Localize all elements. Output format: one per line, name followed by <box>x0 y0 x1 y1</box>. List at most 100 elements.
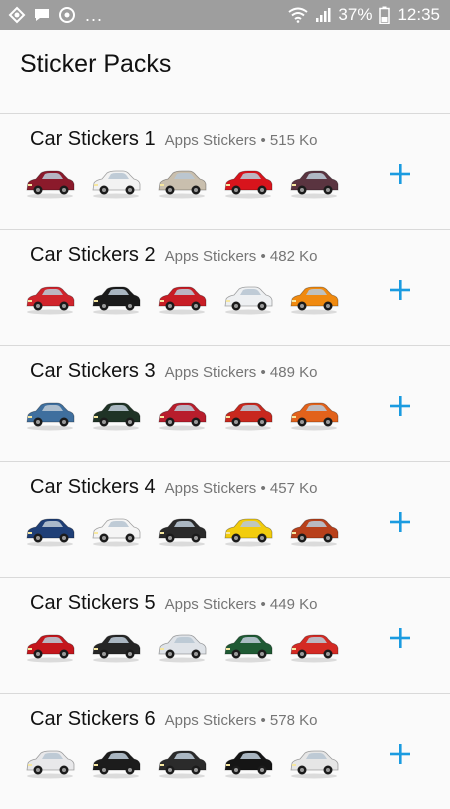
car-sticker-icon <box>224 518 273 547</box>
sticker-pack-list: Car Stickers 1 Apps Stickers • 515 Ko Car … <box>0 113 450 809</box>
pack-size: 482 Ko <box>269 248 318 265</box>
car-sticker-icon <box>26 402 75 431</box>
pack-separator: • <box>260 596 266 613</box>
pack-separator: • <box>260 248 266 265</box>
pack-header: Car Stickers 4 Apps Stickers • 457 Ko <box>30 476 317 499</box>
pack-header: Car Stickers 2 Apps Stickers • 482 Ko <box>30 244 317 267</box>
add-to-whatsapp-button[interactable] <box>388 626 412 650</box>
pack-publisher: Apps Stickers <box>164 596 257 613</box>
car-sticker-icon <box>224 402 273 431</box>
plus-icon <box>390 744 410 764</box>
pack-separator: • <box>260 480 266 497</box>
sticker-pack-row[interactable]: Car Stickers 5 Apps Stickers • 449 Ko <box>0 577 450 693</box>
plus-icon <box>390 628 410 648</box>
car-sticker-icon <box>26 518 75 547</box>
add-to-whatsapp-button[interactable] <box>388 510 412 534</box>
sticker-pack-row[interactable]: Car Stickers 6 Apps Stickers • 578 Ko <box>0 693 450 809</box>
car-sticker-icon <box>26 286 75 315</box>
pack-meta: Apps Stickers • 457 Ko <box>165 480 318 497</box>
wifi-icon <box>288 7 309 23</box>
car-sticker-icon <box>26 170 75 199</box>
pack-header: Car Stickers 3 Apps Stickers • 489 Ko <box>30 360 317 383</box>
battery-percent: 37% <box>338 5 373 24</box>
car-sticker-icon <box>290 518 339 547</box>
signal-icon <box>315 7 331 23</box>
plus-icon <box>390 396 410 416</box>
pack-meta: Apps Stickers • 515 Ko <box>165 132 318 149</box>
car-sticker-icon <box>290 634 339 663</box>
sticker-pack-row[interactable]: Car Stickers 4 Apps Stickers • 457 Ko <box>0 461 450 577</box>
pack-header: Car Stickers 5 Apps Stickers • 449 Ko <box>30 592 317 615</box>
sticker-pack-row[interactable]: Car Stickers 3 Apps Stickers • 489 Ko <box>0 345 450 461</box>
pack-name: Car Stickers 1 <box>30 128 156 150</box>
app-icon <box>8 6 26 24</box>
pack-publisher: Apps Stickers <box>164 712 257 729</box>
plus-icon <box>390 164 410 184</box>
car-sticker-icon <box>92 750 141 779</box>
add-to-whatsapp-button[interactable] <box>388 742 412 766</box>
chat-icon <box>33 6 51 24</box>
pack-size: 449 Ko <box>269 596 318 613</box>
pack-header: Car Stickers 1 Apps Stickers • 515 Ko <box>30 128 317 151</box>
status-bar-right: 37% 12:35 <box>288 5 440 25</box>
pack-meta: Apps Stickers • 449 Ko <box>165 596 318 613</box>
plus-icon <box>390 512 410 532</box>
sticker-preview-strip <box>24 628 340 664</box>
pack-name: Car Stickers 4 <box>30 476 156 498</box>
status-bar-left: ... <box>8 5 103 26</box>
sticker-preview-strip <box>24 280 340 316</box>
car-sticker-icon <box>290 750 339 779</box>
car-sticker-icon <box>92 518 141 547</box>
car-sticker-icon <box>92 402 141 431</box>
pack-size: 578 Ko <box>269 712 318 729</box>
pack-name: Car Stickers 5 <box>30 592 156 614</box>
car-sticker-icon <box>26 750 75 779</box>
pack-size: 457 Ko <box>269 480 318 497</box>
add-to-whatsapp-button[interactable] <box>388 394 412 418</box>
car-sticker-icon <box>92 170 141 199</box>
sticker-preview-strip <box>24 512 340 548</box>
sticker-preview-strip <box>24 744 340 780</box>
pack-meta: Apps Stickers • 489 Ko <box>165 364 318 381</box>
car-sticker-icon <box>158 518 207 547</box>
car-sticker-icon <box>158 402 207 431</box>
status-bar: ... 37% 12:35 <box>0 0 450 30</box>
pack-meta: Apps Stickers • 578 Ko <box>165 712 318 729</box>
pack-header: Car Stickers 6 Apps Stickers • 578 Ko <box>30 708 317 731</box>
pack-separator: • <box>260 364 266 381</box>
car-sticker-icon <box>224 170 273 199</box>
pack-publisher: Apps Stickers <box>164 364 257 381</box>
pack-publisher: Apps Stickers <box>164 248 257 265</box>
page-title: Sticker Packs <box>20 50 172 78</box>
sticker-pack-row[interactable]: Car Stickers 1 Apps Stickers • 515 Ko <box>0 113 450 229</box>
car-sticker-icon <box>92 634 141 663</box>
car-sticker-icon <box>92 286 141 315</box>
car-sticker-icon <box>158 286 207 315</box>
car-sticker-icon <box>158 170 207 199</box>
pack-size: 489 Ko <box>269 364 318 381</box>
browser-icon <box>58 6 76 24</box>
clock: 12:35 <box>397 5 440 24</box>
add-to-whatsapp-button[interactable] <box>388 162 412 186</box>
pack-name: Car Stickers 2 <box>30 244 156 266</box>
pack-separator: • <box>260 132 266 149</box>
pack-meta: Apps Stickers • 482 Ko <box>165 248 318 265</box>
sticker-pack-row[interactable]: Car Stickers 2 Apps Stickers • 482 Ko <box>0 229 450 345</box>
car-sticker-icon <box>26 634 75 663</box>
car-sticker-icon <box>290 286 339 315</box>
pack-publisher: Apps Stickers <box>164 132 257 149</box>
car-sticker-icon <box>224 286 273 315</box>
car-sticker-icon <box>158 634 207 663</box>
car-sticker-icon <box>224 750 273 779</box>
battery-icon <box>379 6 391 24</box>
car-sticker-icon <box>158 750 207 779</box>
pack-name: Car Stickers 3 <box>30 360 156 382</box>
plus-icon <box>390 280 410 300</box>
sticker-preview-strip <box>24 164 340 200</box>
add-to-whatsapp-button[interactable] <box>388 278 412 302</box>
pack-size: 515 Ko <box>269 132 318 149</box>
car-sticker-icon <box>290 170 339 199</box>
pack-separator: • <box>260 712 266 729</box>
car-sticker-icon <box>224 634 273 663</box>
pack-publisher: Apps Stickers <box>164 480 257 497</box>
